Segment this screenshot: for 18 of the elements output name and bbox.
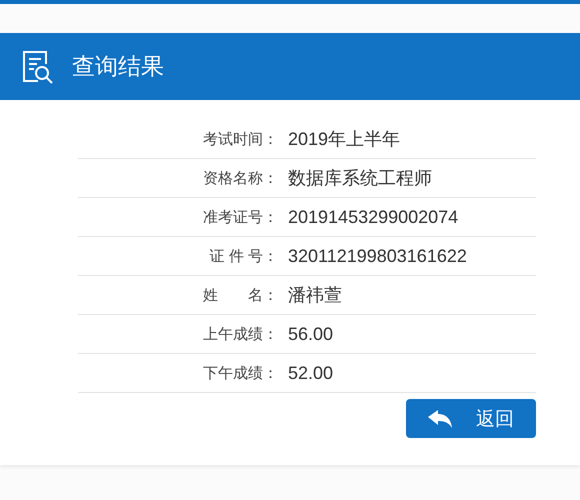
field-value: 20191453299002074	[287, 206, 460, 228]
field-value: 320112199803161622	[287, 246, 468, 266]
field-label: 姓 名：	[203, 286, 278, 304]
field-label: 考试时间：	[203, 130, 278, 148]
search-document-icon	[22, 50, 54, 84]
field-value: 数据库系统工程师	[287, 167, 433, 190]
field-value: 2019年上半年	[287, 128, 402, 151]
back-button[interactable]: 返回	[406, 399, 536, 438]
field-value: 56.00	[287, 324, 334, 344]
field-label: 资格名称：	[203, 168, 278, 188]
field-label: 下午成绩：	[203, 364, 278, 382]
field-value: 潘祎萱	[287, 284, 343, 307]
field-label: 上午成绩：	[203, 324, 278, 344]
field-label: 准考证号：	[203, 208, 278, 226]
field-label: 证 件 号：	[210, 246, 278, 266]
page-title: 查询结果	[72, 52, 164, 81]
reply-arrow-icon	[428, 410, 452, 428]
field-value: 52.00	[287, 362, 334, 384]
